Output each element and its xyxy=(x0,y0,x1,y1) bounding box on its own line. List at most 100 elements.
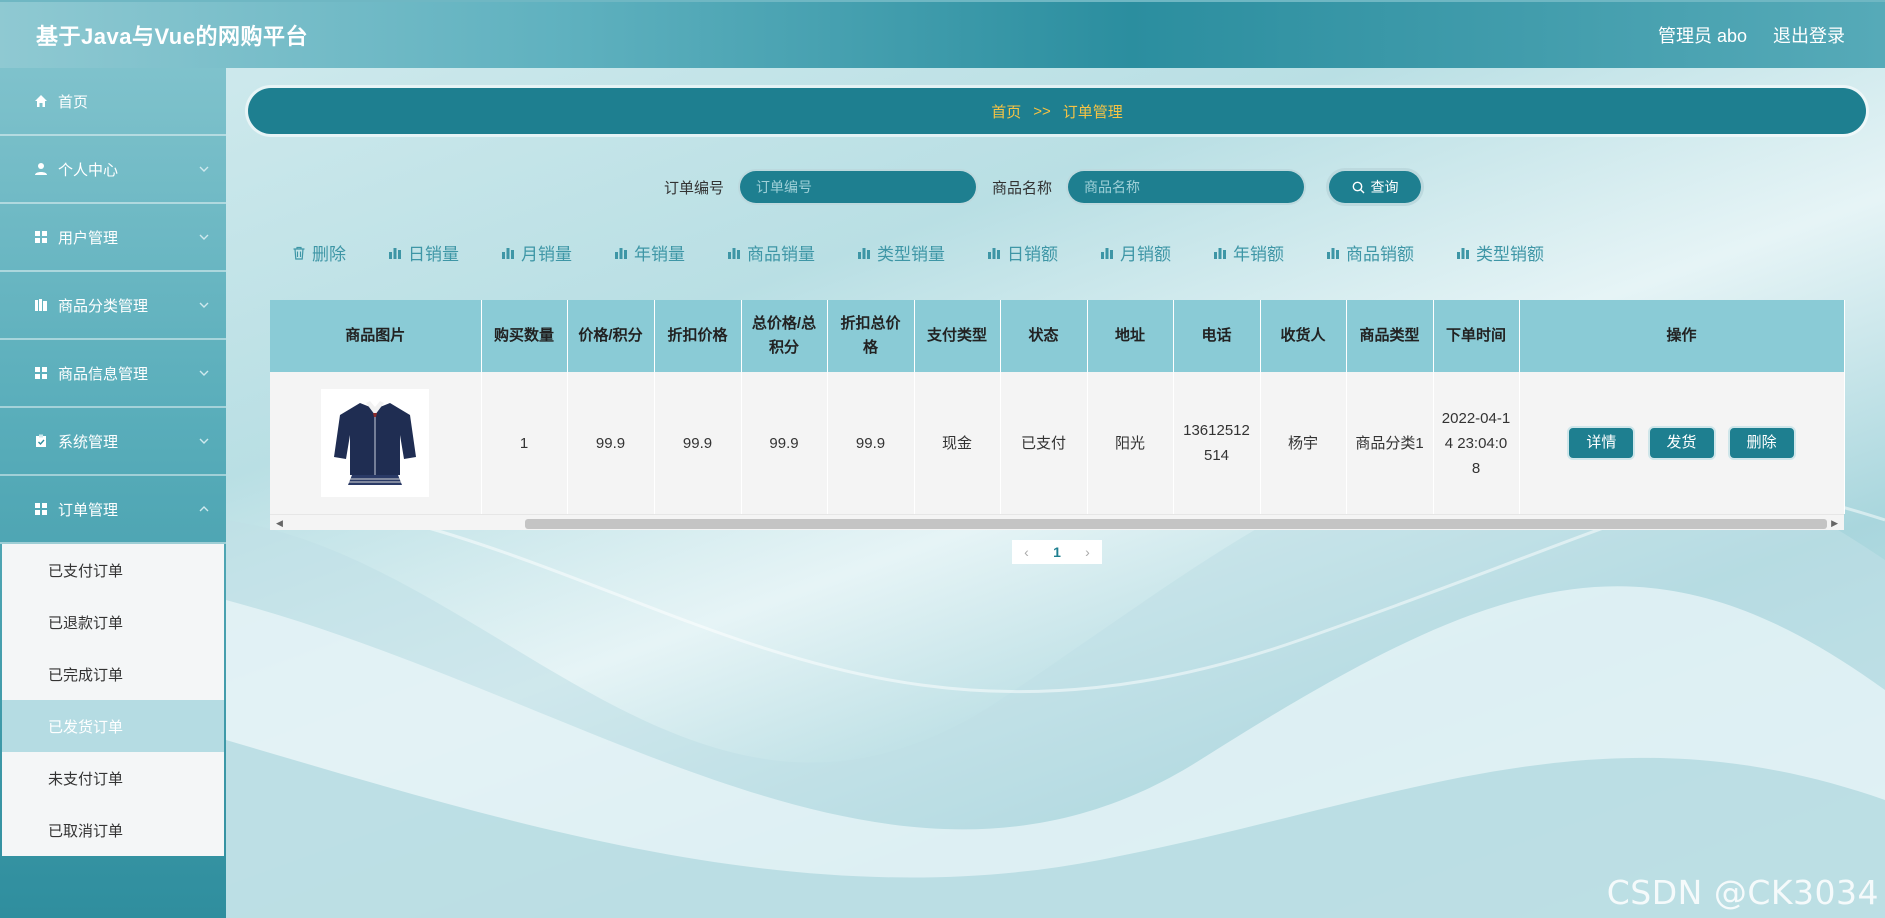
query-button-label: 查询 xyxy=(1370,179,1399,195)
column-header: 商品图片 xyxy=(270,300,482,372)
chevron-down-icon xyxy=(199,302,209,308)
action-toolbar: 删除 日销量 月销量 年销量 商品销量 类型销量 日销额 月销额 年销额 商品销… xyxy=(292,240,1586,265)
toolbar-label: 商品销额 xyxy=(1346,245,1414,264)
bar-chart-icon xyxy=(987,246,1001,260)
home-icon xyxy=(34,94,48,108)
toolbar-label: 删除 xyxy=(312,245,346,264)
bar-chart-icon xyxy=(1100,246,1114,260)
type-sales-button[interactable]: 类型销量 xyxy=(857,240,945,265)
column-header: 价格/积分 xyxy=(567,300,655,372)
submenu-item-cancelled-orders[interactable]: 已取消订单 xyxy=(2,804,224,856)
column-header: 折扣价格 xyxy=(654,300,742,372)
orders-table: 商品图片 购买数量 价格/积分 折扣价格 总价格/总积分 折扣总价格 支付类型 … xyxy=(270,300,1845,514)
product-image[interactable] xyxy=(321,389,430,497)
column-header: 操作 xyxy=(1519,300,1845,372)
chevron-down-icon xyxy=(199,234,209,240)
product-name-input[interactable] xyxy=(1066,169,1307,205)
address-cell: 阳光 xyxy=(1087,372,1174,514)
bar-chart-icon xyxy=(727,246,741,260)
price-cell: 99.9 xyxy=(567,372,655,514)
bar-chart-icon xyxy=(1456,246,1470,260)
submenu-item-unpaid-orders[interactable]: 未支付订单 xyxy=(2,752,224,804)
bar-chart-icon xyxy=(501,246,515,260)
order-no-input[interactable] xyxy=(738,169,979,205)
sidebar-item-user-management[interactable]: 用户管理 xyxy=(0,204,226,272)
sidebar-item-category-management[interactable]: 商品分类管理 xyxy=(0,272,226,340)
horizontal-scrollbar[interactable]: ◀ ▶ xyxy=(270,514,1844,530)
submenu-item-paid-orders[interactable]: 已支付订单 xyxy=(2,544,224,596)
user-icon xyxy=(34,162,48,176)
pagination: ‹ 1 › xyxy=(1012,540,1102,564)
column-header: 电话 xyxy=(1173,300,1261,372)
page-number-current[interactable]: 1 xyxy=(1053,544,1061,560)
detail-button[interactable]: 详情 xyxy=(1567,426,1636,460)
product-revenue-button[interactable]: 商品销额 xyxy=(1326,240,1414,265)
monthly-revenue-button[interactable]: 月销额 xyxy=(1100,240,1171,265)
daily-revenue-button[interactable]: 日销额 xyxy=(987,240,1058,265)
toolbar-label: 商品销量 xyxy=(747,245,815,264)
logout-link[interactable]: 退出登录 xyxy=(1773,22,1845,48)
breadcrumb-current: 订单管理 xyxy=(1062,103,1123,121)
sidebar-item-label: 系统管理 xyxy=(58,433,119,451)
type-revenue-button[interactable]: 类型销额 xyxy=(1456,240,1544,265)
chevron-down-icon xyxy=(199,370,209,376)
product-sales-button[interactable]: 商品销量 xyxy=(727,240,815,265)
daily-sales-button[interactable]: 日销量 xyxy=(388,240,459,265)
sidebar-item-label: 用户管理 xyxy=(58,229,119,247)
scroll-right-icon[interactable]: ▶ xyxy=(1831,518,1838,529)
grid-icon xyxy=(34,366,48,380)
next-page-button[interactable]: › xyxy=(1085,544,1090,560)
receiver-cell: 杨宇 xyxy=(1260,372,1347,514)
sidebar-item-order-management[interactable]: 订单管理 xyxy=(0,476,226,544)
yearly-sales-button[interactable]: 年销量 xyxy=(614,240,685,265)
sidebar-item-product-management[interactable]: 商品信息管理 xyxy=(0,340,226,408)
delete-button[interactable]: 删除 xyxy=(1727,426,1796,460)
submenu-item-completed-orders[interactable]: 已完成订单 xyxy=(2,648,224,700)
orders-table-container: 商品图片 购买数量 价格/积分 折扣价格 总价格/总积分 折扣总价格 支付类型 … xyxy=(270,300,1845,530)
sidebar-item-personal-center[interactable]: 个人中心 xyxy=(0,136,226,204)
bar-chart-icon xyxy=(614,246,628,260)
discount-total-cell: 99.9 xyxy=(827,372,915,514)
product-image-cell xyxy=(270,372,482,514)
monthly-sales-button[interactable]: 月销量 xyxy=(501,240,572,265)
sidebar-item-system-management[interactable]: 系统管理 xyxy=(0,408,226,476)
admin-user-label[interactable]: 管理员 abo xyxy=(1658,22,1747,48)
toolbar-label: 年销量 xyxy=(634,245,685,264)
quantity-cell: 1 xyxy=(481,372,568,514)
status-cell: 已支付 xyxy=(1000,372,1088,514)
scroll-left-icon[interactable]: ◀ xyxy=(276,518,283,529)
total-price-cell: 99.9 xyxy=(741,372,828,514)
app-title: 基于Java与Vue的网购平台 xyxy=(36,24,308,49)
column-header: 地址 xyxy=(1087,300,1174,372)
order-submenu: 已支付订单 已退款订单 已完成订单 已发货订单 未支付订单 已取消订单 xyxy=(2,544,224,856)
submenu-item-shipped-orders[interactable]: 已发货订单 xyxy=(2,700,224,752)
pay-type-cell: 现金 xyxy=(914,372,1001,514)
order-time-cell: 2022-04-14 23:04:08 xyxy=(1433,372,1520,514)
grid-icon xyxy=(34,502,48,516)
query-button[interactable]: 查询 xyxy=(1326,168,1425,206)
bar-chart-icon xyxy=(388,246,402,260)
chevron-down-icon xyxy=(199,166,209,172)
scrollbar-thumb[interactable] xyxy=(525,519,1827,529)
toolbar-label: 日销额 xyxy=(1007,245,1058,264)
table-header-row: 商品图片 购买数量 价格/积分 折扣价格 总价格/总积分 折扣总价格 支付类型 … xyxy=(270,300,1845,372)
chevron-up-icon xyxy=(199,506,209,512)
header-user-area: 管理员 abo 退出登录 xyxy=(1658,22,1845,48)
delete-toolbar-button[interactable]: 删除 xyxy=(292,240,346,265)
table-row[interactable]: 1 99.9 99.9 99.9 99.9 现金 已支付 阳光 13612512… xyxy=(270,372,1845,514)
toolbar-label: 月销额 xyxy=(1120,245,1171,264)
prev-page-button[interactable]: ‹ xyxy=(1024,544,1029,560)
breadcrumb-home[interactable]: 首页 xyxy=(991,101,1021,122)
breadcrumb-separator: >> xyxy=(1033,102,1051,120)
sidebar-item-home[interactable]: 首页 xyxy=(0,68,226,136)
submenu-item-refunded-orders[interactable]: 已退款订单 xyxy=(2,596,224,648)
toolbar-label: 类型销额 xyxy=(1476,245,1544,264)
search-form: 订单编号 商品名称 查询 xyxy=(664,168,1425,206)
column-header: 购买数量 xyxy=(481,300,568,372)
ship-button[interactable]: 发货 xyxy=(1647,426,1716,460)
column-header: 总价格/总积分 xyxy=(741,300,828,372)
bar-chart-icon xyxy=(1326,246,1340,260)
phone-cell: 13612512514 xyxy=(1173,372,1261,514)
sidebar-item-label: 订单管理 xyxy=(58,501,119,519)
yearly-revenue-button[interactable]: 年销额 xyxy=(1213,240,1284,265)
